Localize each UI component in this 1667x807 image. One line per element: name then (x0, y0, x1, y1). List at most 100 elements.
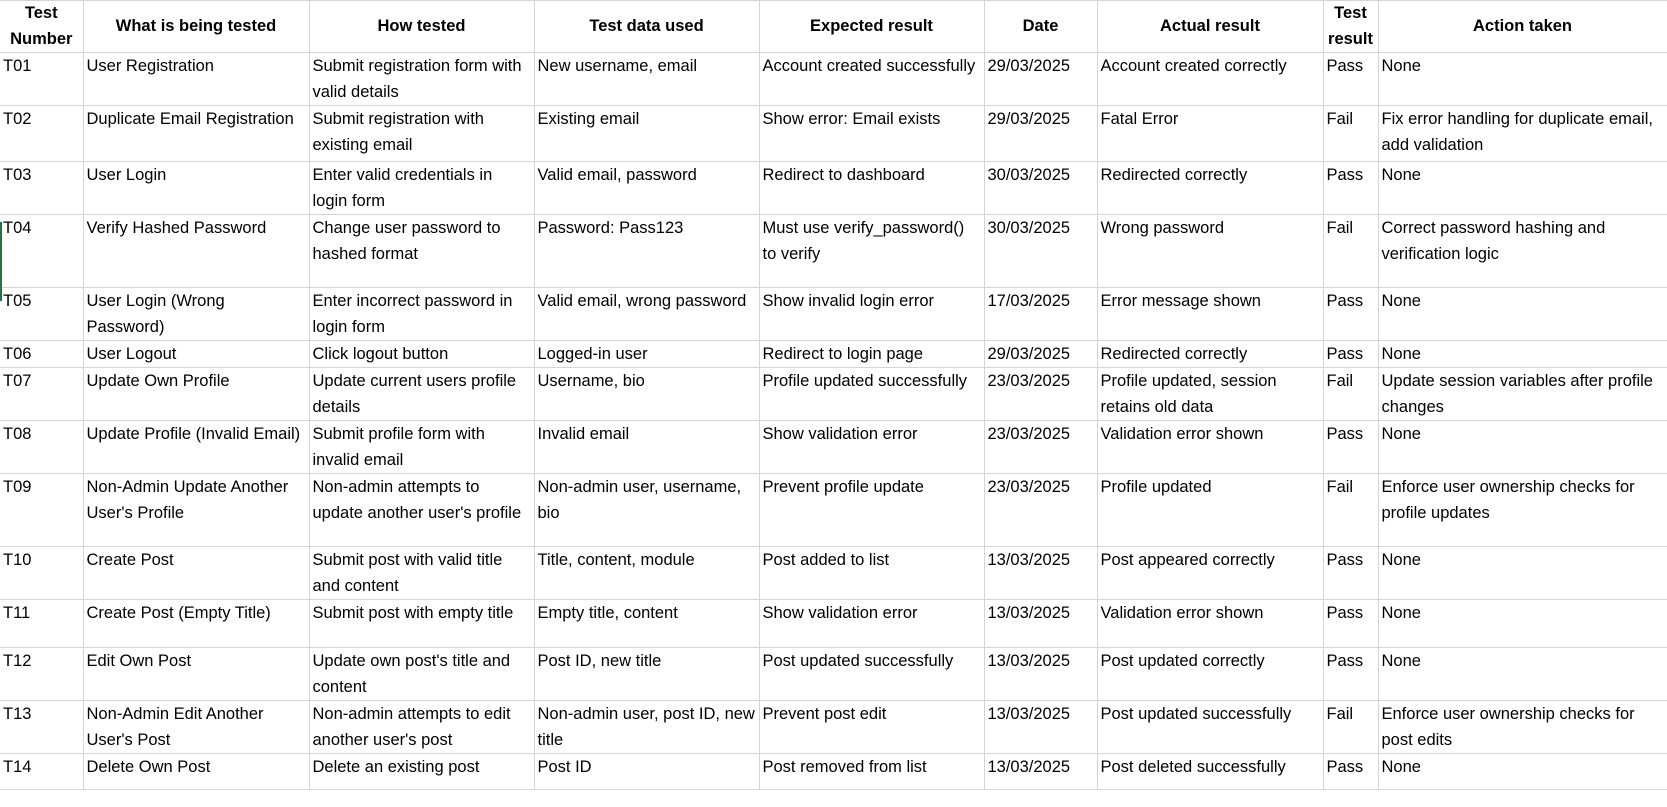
column-header-test-number[interactable]: Test Number (0, 0, 84, 53)
cell-test-data[interactable]: Username, bio (534, 367, 760, 421)
cell-actual-result[interactable]: Account created correctly (1097, 52, 1324, 106)
cell-date[interactable]: 23/03/2025 (984, 473, 1098, 547)
cell-expected-result[interactable]: Redirect to login page (759, 340, 985, 368)
cell-actual-result[interactable]: Error message shown (1097, 287, 1324, 341)
cell-test-number[interactable]: T02 (0, 105, 84, 162)
cell-test-data[interactable]: Post ID, new title (534, 647, 760, 701)
cell-date[interactable]: 23/03/2025 (984, 420, 1098, 474)
cell-how-tested[interactable]: Submit post with valid title and content (309, 546, 535, 600)
cell-test-number[interactable]: T05 (0, 287, 84, 341)
cell-test-data[interactable]: Valid email, password (534, 161, 760, 215)
cell-test-result[interactable]: Pass (1323, 420, 1379, 474)
cell-test-data[interactable]: New username, email (534, 52, 760, 106)
cell-test-number[interactable]: T08 (0, 420, 84, 474)
cell-expected-result[interactable]: Show validation error (759, 599, 985, 648)
cell-how-tested[interactable]: Enter valid credentials in login form (309, 161, 535, 215)
cell-expected-result[interactable]: Post added to list (759, 546, 985, 600)
cell-how-tested[interactable]: Non-admin attempts to edit another user'… (309, 700, 535, 754)
cell-how-tested[interactable]: Non-admin attempts to update another use… (309, 473, 535, 547)
cell-date[interactable]: 30/03/2025 (984, 161, 1098, 215)
cell-what-tested[interactable]: Duplicate Email Registration (83, 105, 310, 162)
cell-actual-result[interactable]: Post updated correctly (1097, 647, 1324, 701)
cell-date[interactable]: 29/03/2025 (984, 340, 1098, 368)
cell-action-taken[interactable]: None (1378, 420, 1667, 474)
column-header-how-tested[interactable]: How tested (309, 0, 535, 53)
cell-action-taken[interactable]: None (1378, 340, 1667, 368)
cell-expected-result[interactable]: Redirect to dashboard (759, 161, 985, 215)
cell-test-result[interactable]: Pass (1323, 546, 1379, 600)
cell-how-tested[interactable]: Enter incorrect password in login form (309, 287, 535, 341)
cell-expected-result[interactable]: Show error: Email exists (759, 105, 985, 162)
cell-what-tested[interactable]: Create Post (83, 546, 310, 600)
cell-how-tested[interactable]: Submit registration with existing email (309, 105, 535, 162)
cell-test-data[interactable]: Invalid email (534, 420, 760, 474)
cell-action-taken[interactable]: None (1378, 599, 1667, 648)
cell-what-tested[interactable]: User Login (Wrong Password) (83, 287, 310, 341)
column-header-date[interactable]: Date (984, 0, 1098, 53)
cell-test-result[interactable]: Pass (1323, 599, 1379, 648)
cell-expected-result[interactable]: Show validation error (759, 420, 985, 474)
cell-expected-result[interactable]: Must use verify_password() to verify (759, 214, 985, 288)
cell-action-taken[interactable]: Fix error handling for duplicate email, … (1378, 105, 1667, 162)
cell-what-tested[interactable]: Non-Admin Edit Another User's Post (83, 700, 310, 754)
cell-test-data[interactable]: Existing email (534, 105, 760, 162)
cell-test-result[interactable]: Pass (1323, 52, 1379, 106)
cell-what-tested[interactable]: Create Post (Empty Title) (83, 599, 310, 648)
cell-what-tested[interactable]: Edit Own Post (83, 647, 310, 701)
cell-how-tested[interactable]: Delete an existing post (309, 753, 535, 790)
cell-test-data[interactable]: Logged-in user (534, 340, 760, 368)
cell-test-number[interactable]: T09 (0, 473, 84, 547)
cell-what-tested[interactable]: Non-Admin Update Another User's Profile (83, 473, 310, 547)
cell-test-result[interactable]: Pass (1323, 287, 1379, 341)
column-header-action-taken[interactable]: Action taken (1378, 0, 1667, 53)
cell-what-tested[interactable]: User Login (83, 161, 310, 215)
cell-date[interactable]: 30/03/2025 (984, 214, 1098, 288)
cell-test-number[interactable]: T13 (0, 700, 84, 754)
cell-actual-result[interactable]: Redirected correctly (1097, 340, 1324, 368)
cell-action-taken[interactable]: None (1378, 546, 1667, 600)
cell-date[interactable]: 13/03/2025 (984, 599, 1098, 648)
cell-expected-result[interactable]: Post removed from list (759, 753, 985, 790)
column-header-actual-result[interactable]: Actual result (1097, 0, 1324, 53)
column-header-test-data[interactable]: Test data used (534, 0, 760, 53)
cell-expected-result[interactable]: Profile updated successfully (759, 367, 985, 421)
cell-how-tested[interactable]: Update own post's title and content (309, 647, 535, 701)
cell-test-number[interactable]: T12 (0, 647, 84, 701)
cell-actual-result[interactable]: Post appeared correctly (1097, 546, 1324, 600)
cell-test-number[interactable]: T10 (0, 546, 84, 600)
cell-actual-result[interactable]: Wrong password (1097, 214, 1324, 288)
cell-actual-result[interactable]: Validation error shown (1097, 599, 1324, 648)
cell-expected-result[interactable]: Prevent post edit (759, 700, 985, 754)
column-header-what-tested[interactable]: What is being tested (83, 0, 310, 53)
cell-test-data[interactable]: Post ID (534, 753, 760, 790)
cell-date[interactable]: 13/03/2025 (984, 647, 1098, 701)
cell-what-tested[interactable]: Delete Own Post (83, 753, 310, 790)
cell-test-number[interactable]: T04 (0, 214, 84, 288)
cell-action-taken[interactable]: None (1378, 647, 1667, 701)
cell-test-number[interactable]: T01 (0, 52, 84, 106)
cell-how-tested[interactable]: Submit profile form with invalid email (309, 420, 535, 474)
cell-how-tested[interactable]: Submit registration form with valid deta… (309, 52, 535, 106)
cell-what-tested[interactable]: Update Profile (Invalid Email) (83, 420, 310, 474)
cell-action-taken[interactable]: None (1378, 753, 1667, 790)
cell-expected-result[interactable]: Post updated successfully (759, 647, 985, 701)
cell-expected-result[interactable]: Account created successfully (759, 52, 985, 106)
cell-test-number[interactable]: T11 (0, 599, 84, 648)
cell-actual-result[interactable]: Post updated successfully (1097, 700, 1324, 754)
cell-test-data[interactable]: Title, content, module (534, 546, 760, 600)
cell-test-data[interactable]: Non-admin user, username, bio (534, 473, 760, 547)
cell-what-tested[interactable]: User Logout (83, 340, 310, 368)
cell-test-number[interactable]: T06 (0, 340, 84, 368)
cell-action-taken[interactable]: Enforce user ownership checks for post e… (1378, 700, 1667, 754)
cell-expected-result[interactable]: Show invalid login error (759, 287, 985, 341)
cell-date[interactable]: 29/03/2025 (984, 52, 1098, 106)
cell-date[interactable]: 13/03/2025 (984, 546, 1098, 600)
cell-test-result[interactable]: Fail (1323, 473, 1379, 547)
cell-how-tested[interactable]: Change user password to hashed format (309, 214, 535, 288)
cell-date[interactable]: 29/03/2025 (984, 105, 1098, 162)
cell-how-tested[interactable]: Update current users profile details (309, 367, 535, 421)
cell-actual-result[interactable]: Fatal Error (1097, 105, 1324, 162)
column-header-test-result[interactable]: Test result (1323, 0, 1379, 53)
cell-test-result[interactable]: Pass (1323, 340, 1379, 368)
cell-action-taken[interactable]: None (1378, 161, 1667, 215)
